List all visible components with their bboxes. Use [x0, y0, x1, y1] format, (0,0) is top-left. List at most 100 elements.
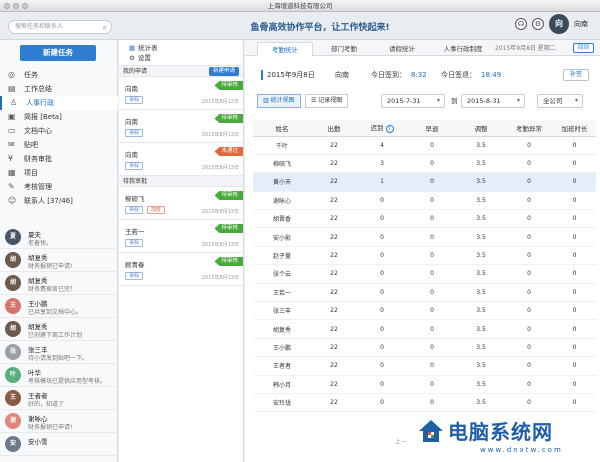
contact-item[interactable]: 张张三丰 待小请发到贴吧一下。 — [0, 341, 118, 364]
table-cell: 0 — [553, 319, 596, 339]
info-icon[interactable]: i — [385, 125, 394, 134]
tab-hr-policy[interactable]: 人事行政制度 — [433, 42, 493, 56]
headset-icon[interactable]: ☊ — [515, 18, 527, 30]
user-name[interactable]: 向南 — [574, 19, 588, 29]
table-row[interactable]: 千叶 22 4 0 3.5 0 0 — [253, 136, 596, 155]
table-row[interactable]: 张三丰 22 0 0 3.5 0 0 — [253, 301, 596, 321]
leave-type-tag: 事假 — [125, 96, 144, 104]
table-cell: 0 — [357, 283, 407, 303]
sidebar-item[interactable]: ¥ 财务审批 — [0, 152, 118, 166]
contact-item[interactable]: 叶叶华 考核模块已提供应用型考核。 — [0, 364, 118, 387]
sidebar-item[interactable]: ♙ 人事行政 — [0, 96, 118, 110]
tab-date: 2015年9月8日 星期二 — [495, 45, 556, 52]
to-date-value: 2015-8-31 — [467, 97, 501, 105]
avatar[interactable]: 向 — [549, 14, 569, 34]
contact-item[interactable]: 夏夏夫 老着快。 — [0, 226, 118, 249]
sidebar-item[interactable]: ▭ 文档中心 — [0, 124, 118, 138]
contact-item[interactable]: 安安小雪 — [0, 433, 118, 456]
tab-leave-stats[interactable]: 请假统计 — [375, 42, 429, 56]
request-item[interactable]: 向南 待审核 事假 2015年8月13日 — [119, 110, 243, 143]
table-row[interactable]: 王小鹏 22 0 0 3.5 0 0 — [253, 338, 596, 358]
table-cell: 0 — [407, 375, 457, 394]
table-row[interactable]: 胡晋香 22 0 0 3.5 0 0 — [253, 209, 596, 229]
table-row[interactable]: 安小影 22 0 0 3.5 0 0 — [253, 227, 596, 247]
request-item[interactable]: 向南 待审核 事假 2015年8月12日 — [119, 77, 243, 110]
table-cell: 3.5 — [457, 172, 505, 192]
today-button[interactable]: 回到 — [572, 43, 594, 53]
table-cell: 胡复秀 — [253, 319, 311, 339]
stats-view-button[interactable]: ▥ 统计视图 — [257, 94, 301, 108]
contact-message: 好的，知道了 — [28, 401, 65, 408]
sidebar-item[interactable]: ▦ 项目 — [0, 166, 118, 180]
window-title: 上海增道科技有限公司 — [267, 2, 333, 10]
chevron-down-icon: ▾ — [516, 97, 520, 104]
table-row[interactable]: 王若一 22 0 0 3.5 0 0 — [253, 283, 596, 303]
contact-item[interactable]: 王王小鹏 已共享到文档中心。 — [0, 295, 118, 318]
sidebar-item[interactable]: ✉ 贴吧 — [0, 138, 118, 152]
contact-item[interactable]: 王王者者 好的，知道了 — [0, 387, 118, 410]
tab-attendance-stats[interactable]: 考勤统计 — [257, 42, 313, 56]
column-header[interactable]: 考勤异常 — [505, 120, 553, 137]
contact-name: 安小雪 — [28, 438, 48, 446]
column-header[interactable]: 姓名 — [253, 120, 311, 137]
request-item[interactable]: 柳硕飞 待审核 事假 加班 2015年8月13日 — [119, 187, 243, 220]
request-item[interactable]: 向南 未通过 事假 2015年8月13日 — [119, 143, 243, 176]
table-cell: 3.5 — [457, 264, 505, 284]
house-logo-icon — [419, 420, 443, 442]
new-task-button[interactable]: 新建任务 — [20, 45, 96, 61]
request-date: 2015年8月13日 — [201, 165, 239, 171]
request-item[interactable]: 王若一 待审核 事假 2015年8月13日 — [119, 220, 243, 253]
table-row[interactable]: 柳硕飞 22 3 0 3.5 0 0 — [253, 154, 596, 174]
table-row[interactable]: 赵子量 22 0 0 3.5 0 0 — [253, 246, 596, 266]
search-icon[interactable]: ⌕ — [103, 22, 107, 34]
column-header[interactable]: 迟到 i — [357, 120, 407, 137]
table-cell: 0 — [505, 338, 553, 358]
contact-item[interactable]: 胡胡复秀 财务费宿舍已完！ — [0, 272, 118, 295]
contact-item[interactable]: 胡胡复秀 财务报销已申请! — [0, 249, 118, 272]
table-row[interactable]: 张个云 22 0 0 3.5 0 0 — [253, 264, 596, 284]
settings-link[interactable]: ⚙ 设置 — [129, 53, 243, 63]
table-row[interactable]: 王者者 22 0 0 3.5 0 0 — [253, 356, 596, 376]
settings-label: 设置 — [137, 54, 151, 62]
table-row[interactable]: 谢咏心 22 0 0 3.5 0 0 — [253, 191, 596, 211]
column-header[interactable]: 早退 — [407, 120, 457, 137]
settings-icon[interactable]: ⚙ — [532, 18, 544, 30]
from-date-select[interactable]: 2015-7-31 ▾ — [381, 94, 445, 108]
table-cell: 0 — [553, 375, 596, 394]
prev-page-link[interactable]: 上一 — [395, 437, 407, 446]
column-header[interactable]: 调整 — [457, 120, 505, 137]
table-cell: 1 — [357, 172, 407, 192]
pending-list: 柳硕飞 待审核 事假 加班 2015年8月13日 王若一 待审核 事假 2015年8月13日 顾青… — [119, 187, 243, 286]
record-view-button[interactable]: ☰ 记录视图 — [305, 94, 349, 108]
table-cell: 0 — [505, 393, 553, 413]
search-input[interactable]: 搜索任务和联系人 ⌕ — [8, 20, 112, 34]
to-date-select[interactable]: 2015-8-31 ▾ — [461, 94, 525, 108]
stats-table-link[interactable]: ▦ 统计表 — [129, 43, 243, 53]
sidebar-item[interactable]: ✎ 考核管理 — [0, 180, 118, 194]
table-row[interactable]: 韩小月 22 0 0 3.5 0 0 — [253, 375, 596, 394]
sidebar-item[interactable]: ◎ 任务 — [0, 68, 118, 82]
supplement-button[interactable]: 补签 — [562, 69, 589, 81]
table-cell: 0 — [505, 356, 553, 376]
avatar: 胡 — [5, 321, 21, 337]
sidebar-item[interactable]: ▤ 工作总结 — [0, 82, 118, 96]
table-row[interactable]: 胡复秀 22 0 0 3.5 0 0 — [253, 319, 596, 339]
new-request-button[interactable]: 新建申请 — [208, 67, 239, 76]
sidebar-item-label: 文档中心 — [24, 127, 52, 135]
company-select[interactable]: 全公司 ▾ — [537, 94, 583, 108]
folder-icon: ▭ — [8, 126, 16, 135]
request-date: 2015年8月12日 — [201, 99, 239, 105]
window-controls[interactable] — [4, 3, 28, 9]
table-row[interactable]: 黄小天 22 1 0 3.5 0 0 — [253, 172, 596, 192]
sidebar-item[interactable]: ☺ 联系人 [37/46] — [0, 194, 118, 208]
contact-item[interactable]: 胡胡复秀 已创建下周工作计划 — [0, 318, 118, 341]
column-header[interactable]: 加班时长 — [553, 120, 596, 137]
contact-item[interactable]: 谢谢咏心 财务报销已申请! — [0, 410, 118, 433]
request-item[interactable]: 顾青春 待审核 事假 2015年8月13日 — [119, 253, 243, 286]
sidebar-item[interactable]: ▣ 简报 [Beta] — [0, 110, 118, 124]
table-row[interactable]: 安玲珑 22 0 0 3.5 0 0 — [253, 393, 596, 413]
tab-dept-attendance[interactable]: 部门考勤 — [317, 42, 371, 56]
table-cell: 王若一 — [253, 283, 311, 303]
table-cell: 3.5 — [457, 356, 505, 376]
column-header[interactable]: 出勤 — [311, 120, 357, 137]
